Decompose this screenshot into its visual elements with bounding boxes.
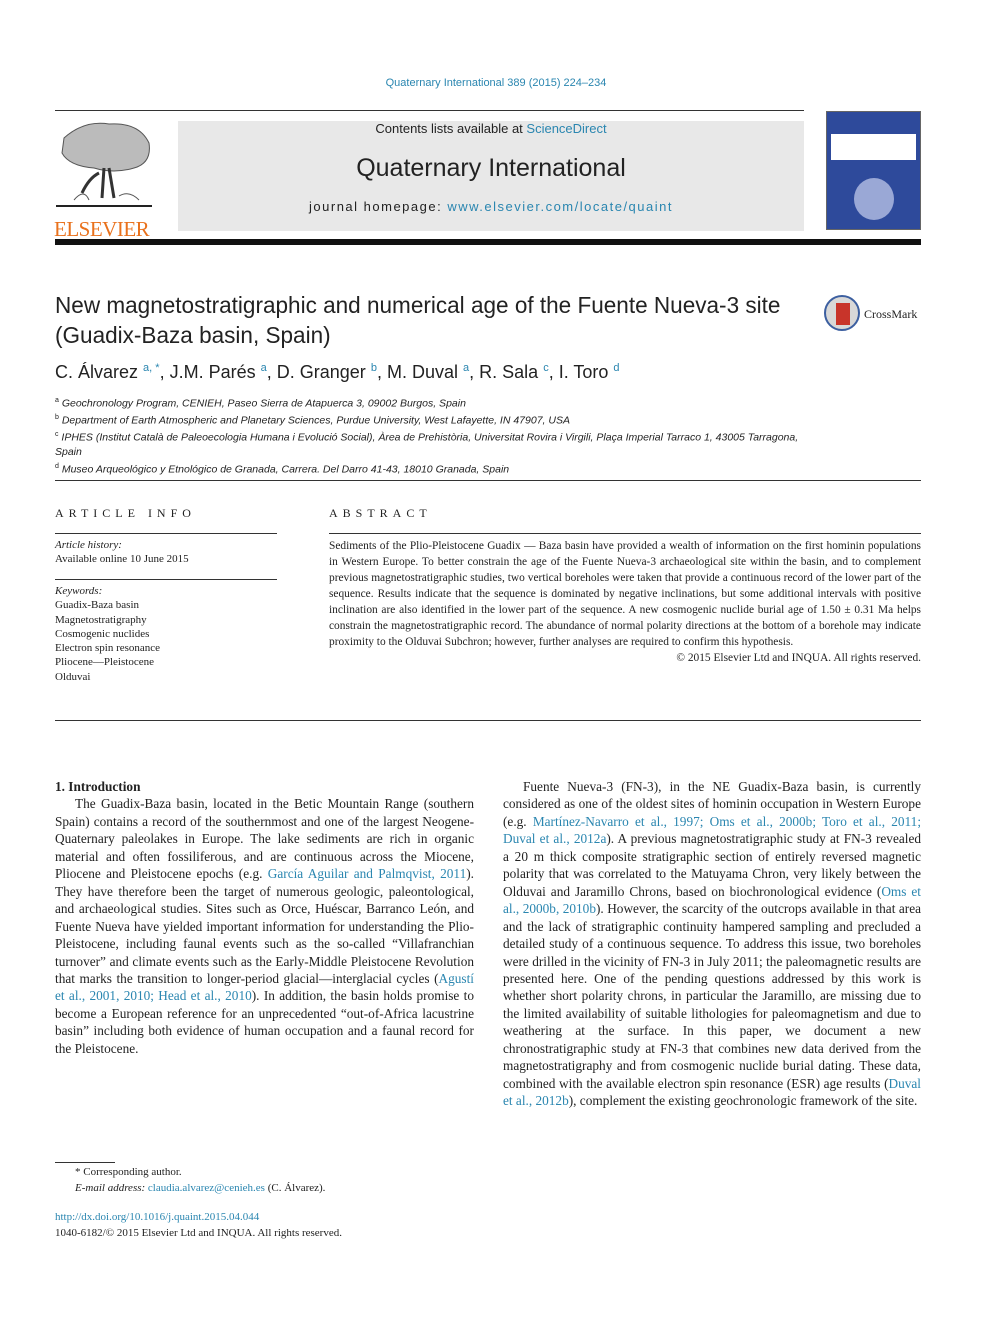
cover-title-panel <box>831 134 916 160</box>
email-link[interactable]: claudia.alvarez@cenieh.es <box>148 1182 265 1194</box>
author[interactable]: C. Álvarez a, * <box>55 362 160 382</box>
divider <box>55 110 804 111</box>
author[interactable]: I. Toro d <box>559 362 620 382</box>
keyword: Guadix-Baza basin <box>55 599 139 612</box>
section-heading: 1. Introduction <box>55 779 141 794</box>
history-label: Article history: <box>55 539 122 551</box>
keyword: Pliocene—Pleistocene <box>55 656 154 669</box>
paragraph-text: ), complement the existing geochronologi… <box>568 1093 918 1109</box>
keyword: Olduvai <box>55 670 91 683</box>
crossmark-label: CrossMark <box>864 307 918 321</box>
homepage-line: journal homepage: www.elsevier.com/locat… <box>178 199 804 214</box>
author[interactable]: R. Sala c <box>479 362 549 382</box>
journal-banner: Contents lists available at ScienceDirec… <box>178 121 804 231</box>
paragraph-text: ). They have therefore been the target o… <box>55 866 474 986</box>
crossmark-button[interactable]: CrossMark <box>824 295 924 335</box>
affiliation: b Department of Earth Atmospheric and Pl… <box>55 414 570 427</box>
author[interactable]: J.M. Parés a <box>170 362 267 382</box>
affiliation: a Geochronology Program, CENIEH, Paseo S… <box>55 397 466 410</box>
author-affil-link[interactable]: c <box>543 362 549 374</box>
paragraph: Fuente Nueva-3 (FN-3), in the NE Guadix-… <box>503 778 921 1110</box>
keywords: Keywords: Guadix-Baza basin Magnetostrat… <box>55 584 277 684</box>
abstract-text: Sediments of the Plio-Pleistocene Guadix… <box>329 540 921 648</box>
author-affil-link[interactable]: a <box>463 362 469 374</box>
keywords-label: Keywords: <box>55 585 103 597</box>
homepage-prefix: journal homepage: <box>309 199 448 214</box>
body-column-left: 1. Introduction The Guadix-Baza basin, l… <box>55 778 474 1057</box>
abstract: Sediments of the Plio-Pleistocene Guadix… <box>329 538 921 666</box>
paragraph-text: ). However, the scarcity of the outcrops… <box>503 901 922 1091</box>
doi-block: http://dx.doi.org/10.1016/j.quaint.2015.… <box>55 1210 475 1241</box>
elsevier-tree-icon <box>56 122 152 207</box>
cover-seal-icon <box>854 178 894 220</box>
body-column-right: Fuente Nueva-3 (FN-3), in the NE Guadix-… <box>503 778 921 1110</box>
corresponding-author-note: * Corresponding author. <box>75 1166 182 1178</box>
history-value: Available online 10 June 2015 <box>55 553 189 566</box>
email-suffix: (C. Álvarez). <box>264 1181 326 1194</box>
journal-cover-icon[interactable] <box>826 111 921 230</box>
author-list: C. Álvarez a, *, J.M. Parés a, D. Grange… <box>55 362 620 382</box>
divider <box>329 533 921 534</box>
divider <box>55 720 921 721</box>
author-affil-link[interactable]: a <box>261 362 267 374</box>
contents-line: Contents lists available at ScienceDirec… <box>178 121 804 137</box>
divider <box>55 239 921 245</box>
doi-link[interactable]: http://dx.doi.org/10.1016/j.quaint.2015.… <box>55 1211 259 1223</box>
divider <box>55 480 921 481</box>
journal-title: Quaternary International <box>356 154 626 182</box>
keyword: Electron spin resonance <box>55 642 161 655</box>
author-affil-link[interactable]: b <box>371 362 377 374</box>
author[interactable]: D. Granger b <box>277 362 377 382</box>
divider <box>55 579 277 580</box>
abstract-copyright: © 2015 Elsevier Ltd and INQUA. All right… <box>676 652 921 664</box>
author-affil-link[interactable]: a, * <box>143 362 160 374</box>
homepage-link[interactable]: www.elsevier.com/locate/quaint <box>447 199 673 214</box>
article-info-heading: ARTICLE INFO <box>55 506 196 520</box>
sciencedirect-link[interactable]: ScienceDirect <box>526 121 606 136</box>
crossmark-icon <box>824 295 860 331</box>
journal-reference[interactable]: Quaternary International 389 (2015) 224–… <box>0 77 992 89</box>
citation-link[interactable]: García Aguilar and Palmqvist, 2011 <box>268 866 466 881</box>
email-label: E-mail address: <box>75 1181 148 1194</box>
crossmark-ribbon-icon <box>836 303 850 325</box>
footnote: * Corresponding author. E-mail address: … <box>55 1165 475 1196</box>
keyword: Cosmogenic nuclides <box>55 627 150 640</box>
affiliation: d Museo Arqueológico y Etnológico de Gra… <box>55 462 510 476</box>
email-line: E-mail address: claudia.alvarez@cenieh.e… <box>55 1181 475 1197</box>
contents-prefix: Contents lists available at <box>375 121 527 136</box>
issn-line: 1040-6182/© 2015 Elsevier Ltd and INQUA.… <box>55 1226 342 1239</box>
affiliations: a Geochronology Program, CENIEH, Paseo S… <box>55 394 815 477</box>
elsevier-wordmark: ELSEVIER <box>54 217 150 241</box>
author-affil-link[interactable]: d <box>613 362 619 374</box>
affiliation: c IPHES (Institut Català de Paleoecologi… <box>55 431 799 458</box>
article-title: New magnetostratigraphic and numerical a… <box>55 292 781 348</box>
keyword: Magnetostratigraphy <box>55 613 147 626</box>
divider <box>55 533 277 534</box>
elsevier-logo[interactable]: ELSEVIER <box>54 118 154 241</box>
paragraph: The Guadix-Baza basin, located in the Be… <box>55 795 474 1057</box>
article-history: Article history: Available online 10 Jun… <box>55 538 277 567</box>
author[interactable]: M. Duval a <box>387 362 469 382</box>
abstract-heading: ABSTRACT <box>329 506 432 520</box>
footnote-divider <box>55 1162 115 1163</box>
